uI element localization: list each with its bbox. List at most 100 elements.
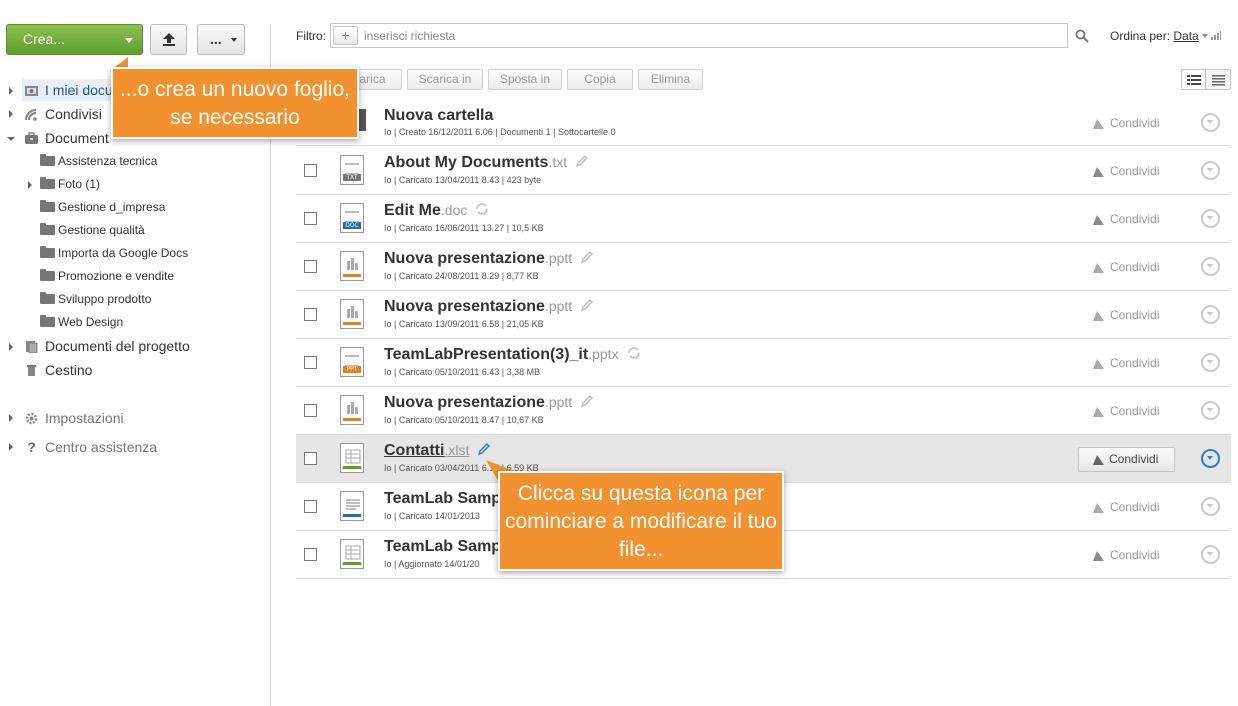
share-button[interactable]: Condividi [1078, 447, 1175, 472]
file-extension: .pptt [544, 298, 573, 314]
list-view-icon[interactable] [1182, 70, 1206, 89]
expand-arrow-icon[interactable] [9, 443, 13, 451]
sort-control[interactable]: Ordina per: Data [1110, 29, 1221, 43]
share-link[interactable]: Condividi [1110, 356, 1159, 370]
sort-value[interactable]: Data [1173, 29, 1198, 43]
share-link[interactable]: Condividi [1110, 164, 1159, 178]
table-row[interactable]: PPT TeamLabPresentation(3)_it.pptx Io | … [296, 339, 1231, 387]
expand-arrow-icon[interactable] [9, 414, 13, 422]
file-name[interactable]: Edit Me.doc [384, 202, 489, 220]
move-to-button[interactable]: Sposta in [488, 69, 562, 90]
row-checkbox[interactable] [304, 212, 317, 225]
row-menu-icon[interactable] [1201, 257, 1220, 276]
file-name-text: TeamLab Samp [384, 490, 502, 507]
sidebar-item-shared[interactable]: Condivisi [24, 103, 102, 125]
upload-button[interactable] [150, 24, 187, 55]
row-menu-icon[interactable] [1201, 161, 1220, 180]
file-name[interactable]: TeamLabPresentation(3)_it.pptx [384, 346, 641, 364]
row-menu-icon[interactable] [1201, 449, 1220, 468]
download-as-button[interactable]: Scarica in [407, 69, 483, 90]
share-link[interactable]: Condividi [1110, 116, 1159, 130]
table-row[interactable]: Nuova presentazione.pptt Io | Caricato 2… [296, 243, 1231, 291]
sidebar-folder-gestione-qualita[interactable]: Gestione qualità [40, 219, 145, 241]
sidebar-folder-sviluppo[interactable]: Sviluppo prodotto [40, 288, 151, 310]
sidebar-folder-web-design[interactable]: Web Design [40, 311, 123, 333]
file-name[interactable]: Nuova cartella [384, 107, 493, 125]
sidebar-item-documents[interactable]: Document [24, 127, 109, 149]
view-toggle[interactable] [1181, 69, 1231, 90]
sidebar-folder-promozione[interactable]: Promozione e vendite [40, 265, 174, 287]
file-name[interactable]: Contatti.xlst [384, 442, 491, 460]
sidebar-item-settings[interactable]: Impostazioni [24, 407, 124, 429]
row-checkbox[interactable] [304, 260, 317, 273]
copy-button[interactable]: Copia [567, 69, 633, 90]
sidebar-folder-gestione-impresa[interactable]: Gestione d_impresa [40, 196, 165, 218]
sidebar-folder-foto[interactable]: Foto (1) [40, 173, 100, 195]
table-row[interactable]: Nuova presentazione.pptt Io | Caricato 0… [296, 387, 1231, 435]
pencil-icon[interactable] [580, 250, 594, 264]
row-checkbox[interactable] [304, 500, 317, 513]
compact-view-icon[interactable] [1207, 70, 1231, 89]
add-filter-icon[interactable]: + [333, 26, 358, 45]
row-menu-icon[interactable] [1201, 545, 1220, 564]
file-meta: Io | Caricato 05/10/2011 6.43 | 3,38 MB [384, 367, 541, 377]
row-checkbox[interactable] [304, 164, 317, 177]
row-menu-icon[interactable] [1201, 497, 1220, 516]
row-menu-icon[interactable] [1201, 401, 1220, 420]
file-name[interactable]: Nuova presentazione.pptt [384, 394, 594, 412]
expand-arrow-icon[interactable] [9, 343, 13, 351]
row-checkbox[interactable] [304, 548, 317, 561]
sort-order-icon[interactable] [1210, 31, 1221, 40]
filter-input[interactable]: + inserisci richiesta [330, 23, 1068, 48]
sidebar-item-trash[interactable]: Cestino [24, 359, 92, 381]
row-menu-icon[interactable] [1201, 113, 1220, 132]
collapse-arrow-icon[interactable] [7, 137, 15, 141]
table-row[interactable]: Nuova cartella Io | Creato 16/12/2011 6.… [296, 99, 1231, 146]
sidebar-item-help[interactable]: ? Centro assistenza [24, 436, 157, 458]
file-name[interactable]: About My Documents.txt [384, 154, 589, 172]
row-checkbox[interactable] [304, 308, 317, 321]
expand-arrow-icon[interactable] [28, 181, 32, 189]
share-link[interactable]: Condividi [1110, 404, 1159, 418]
row-menu-icon[interactable] [1201, 305, 1220, 324]
file-name[interactable]: TeamLab Samp [384, 490, 501, 508]
share-link[interactable]: Condividi [1110, 260, 1159, 274]
table-row[interactable]: TXT About My Documents.txt Io | Caricato… [296, 147, 1231, 195]
row-checkbox[interactable] [304, 356, 317, 369]
row-menu-icon[interactable] [1201, 209, 1220, 228]
expand-arrow-icon[interactable] [9, 110, 13, 118]
table-row[interactable]: Nuova presentazione.pptt Io | Caricato 1… [296, 291, 1231, 339]
doc-file-icon: DOC [340, 203, 364, 233]
expand-arrow-icon[interactable] [9, 87, 13, 95]
row-menu-icon[interactable] [1201, 353, 1220, 372]
search-icon[interactable] [1075, 29, 1089, 43]
sidebar-folder-google-docs[interactable]: Importa da Google Docs [40, 242, 188, 264]
share-link[interactable]: Condividi [1110, 500, 1159, 514]
create-button[interactable]: Crea... [6, 24, 143, 55]
sidebar-folder-assistenza[interactable]: Assistenza tecnica [40, 150, 157, 172]
folder-icon [40, 177, 55, 189]
sidebar-item-project-documents[interactable]: Documenti del progetto [24, 335, 190, 357]
convert-icon[interactable] [475, 202, 489, 216]
file-name[interactable]: Nuova presentazione.pptt [384, 250, 594, 268]
share-link[interactable]: Condividi [1110, 308, 1159, 322]
question-mark-icon: ? [27, 439, 36, 455]
file-name[interactable]: TeamLab Samp [384, 538, 501, 556]
file-extension: .xlst [444, 442, 470, 458]
convert-icon[interactable] [627, 346, 641, 360]
row-checkbox[interactable] [304, 404, 317, 417]
table-row[interactable]: DOC Edit Me.doc Io | Caricato 16/06/2011… [296, 195, 1231, 243]
pencil-icon[interactable] [575, 154, 589, 168]
folder-label: Promozione e vendite [58, 269, 175, 283]
file-extension: .doc [440, 202, 468, 218]
more-actions-button[interactable]: ... [197, 24, 245, 55]
share-link[interactable]: Condividi [1110, 212, 1159, 226]
pencil-icon[interactable] [580, 394, 594, 408]
pencil-icon[interactable] [580, 298, 594, 312]
file-name[interactable]: Nuova presentazione.pptt [384, 298, 594, 316]
pencil-icon[interactable] [477, 442, 491, 456]
row-checkbox[interactable] [304, 452, 317, 465]
folder-icon [40, 269, 55, 281]
share-link[interactable]: Condividi [1110, 548, 1159, 562]
delete-button[interactable]: Elimina [638, 69, 703, 90]
